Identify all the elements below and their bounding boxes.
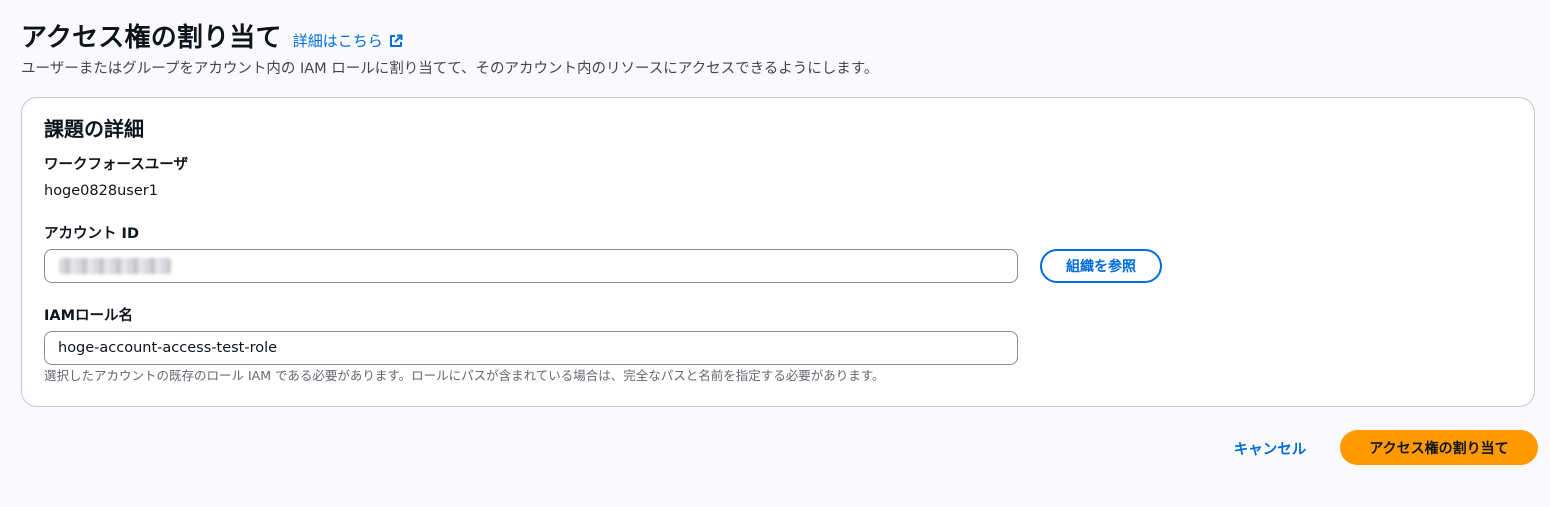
browse-organization-button[interactable]: 組織を参照 <box>1040 249 1162 283</box>
page-description: ユーザーまたはグループをアカウント内の IAM ロールに割り当てて、そのアカウン… <box>21 61 879 77</box>
workforce-user-label: ワークフォースユーザ <box>44 157 188 173</box>
role-name-label: IAMロール名 <box>44 308 134 324</box>
assign-access-page: アクセス権の割り当て 詳細はこちら ユーザーまたはグループをアカウント内の IA… <box>0 0 1550 507</box>
info-link-label: 詳細はこちら <box>292 32 383 50</box>
details-card: 課題の詳細 ワークフォースユーザ hoge0828user1 アカウント ID … <box>21 97 1535 407</box>
external-link-icon <box>389 34 403 48</box>
cancel-button[interactable]: キャンセル <box>1218 431 1322 465</box>
card-title: 課題の詳細 <box>44 117 144 141</box>
role-name-hint: 選択したアカウントの既存のロール IAM である必要があります。ロールにパスが含… <box>44 368 885 383</box>
title-row: アクセス権の割り当て 詳細はこちら <box>21 18 1521 58</box>
role-name-input[interactable] <box>44 331 1018 365</box>
page-header: アクセス権の割り当て 詳細はこちら ユーザーまたはグループをアカウント内の IA… <box>21 18 1521 80</box>
redacted-account-id <box>59 258 171 274</box>
assign-access-button[interactable]: アクセス権の割り当て <box>1340 430 1538 465</box>
page-title: アクセス権の割り当て <box>21 23 282 53</box>
workforce-user-value: hoge0828user1 <box>44 183 158 199</box>
account-id-label: アカウント ID <box>44 226 139 242</box>
info-link[interactable]: 詳細はこちら <box>293 30 403 51</box>
account-id-input[interactable] <box>44 249 1018 283</box>
